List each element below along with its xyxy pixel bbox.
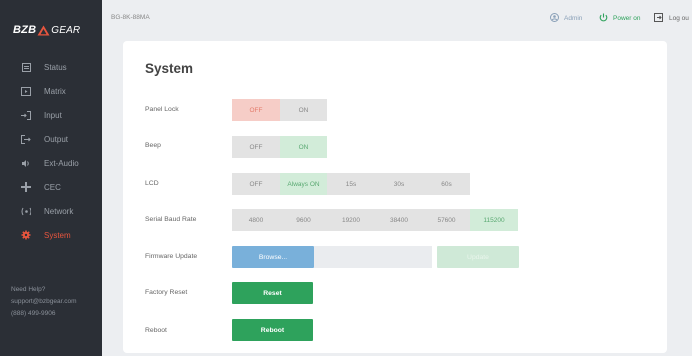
user-menu[interactable]: Admin xyxy=(550,13,582,24)
top-bar: BG-8K-88MA Admin Power on Log ou xyxy=(102,0,692,40)
sidebar-item-label: Matrix xyxy=(44,86,66,96)
sidebar-item-cec[interactable]: CEC xyxy=(0,177,102,197)
brand-logo: BZB GEAR xyxy=(13,24,80,36)
power-button[interactable]: Power on xyxy=(599,13,640,24)
beep-off-option[interactable]: OFF xyxy=(232,136,280,158)
baud-4800-option[interactable]: 4800 xyxy=(232,209,280,231)
network-icon xyxy=(21,206,31,216)
sidebar-item-ext-audio[interactable]: Ext-Audio xyxy=(0,153,102,173)
lcd-always-on-option[interactable]: Always ON xyxy=(280,173,327,195)
user-icon xyxy=(550,13,559,24)
power-label: Power on xyxy=(613,15,641,22)
beep-toggle: OFF ON xyxy=(232,136,327,158)
cec-icon xyxy=(21,182,31,192)
baud-38400-option[interactable]: 38400 xyxy=(375,209,423,231)
factory-reset-label: Factory Reset xyxy=(145,289,188,296)
logo-text-right: GEAR xyxy=(51,24,81,36)
firmware-file-field[interactable] xyxy=(314,246,432,268)
sidebar-item-label: CEC xyxy=(44,182,61,192)
logout-button[interactable]: Log ou xyxy=(654,13,689,24)
sidebar-item-label: Network xyxy=(44,206,74,216)
sidebar-item-status[interactable]: Status xyxy=(0,57,102,77)
beep-on-option[interactable]: ON xyxy=(280,136,327,158)
lcd-label: LCD xyxy=(145,180,159,187)
sidebar-item-label: Status xyxy=(44,62,67,72)
sidebar-item-input[interactable]: Input xyxy=(0,105,102,125)
power-icon xyxy=(599,13,608,24)
lcd-15s-option[interactable]: 15s xyxy=(327,173,375,195)
sidebar: BZB GEAR Status Matrix Input Output Ext-… xyxy=(0,0,102,356)
sidebar-item-label: Output xyxy=(44,134,69,144)
help-email[interactable]: support@bzbgear.com xyxy=(11,296,77,308)
baud-115200-option[interactable]: 115200 xyxy=(470,209,518,231)
logout-label: Log ou xyxy=(669,15,689,22)
matrix-icon xyxy=(21,86,31,96)
device-model: BG-8K-88MA xyxy=(111,14,150,21)
beep-label: Beep xyxy=(145,142,161,149)
status-icon xyxy=(21,62,31,72)
logo-mark-icon xyxy=(37,25,50,36)
baud-rate-label: Serial Baud Rate xyxy=(145,216,197,223)
sidebar-item-label: Ext-Audio xyxy=(44,158,79,168)
panel-lock-toggle: OFF ON xyxy=(232,99,327,121)
system-panel: System Panel Lock OFF ON Beep OFF ON LCD… xyxy=(123,41,667,353)
reset-button[interactable]: Reset xyxy=(232,282,313,304)
output-icon xyxy=(21,134,31,144)
logout-icon xyxy=(654,13,664,24)
input-icon xyxy=(21,110,31,120)
panel-lock-label: Panel Lock xyxy=(145,106,179,113)
speaker-icon xyxy=(21,158,31,168)
panel-lock-on-option[interactable]: ON xyxy=(280,99,327,121)
lcd-60s-option[interactable]: 60s xyxy=(423,173,470,195)
update-button[interactable]: Update xyxy=(437,246,519,268)
lcd-30s-option[interactable]: 30s xyxy=(375,173,423,195)
browse-button[interactable]: Browse... xyxy=(232,246,314,268)
reboot-button[interactable]: Reboot xyxy=(232,319,313,341)
page-title: System xyxy=(145,61,194,76)
user-label: Admin xyxy=(564,15,583,22)
help-title: Need Help? xyxy=(11,286,46,293)
baud-9600-option[interactable]: 9600 xyxy=(280,209,327,231)
baud-57600-option[interactable]: 57600 xyxy=(423,209,470,231)
help-phone: (888) 499-9906 xyxy=(11,310,56,317)
gear-icon xyxy=(21,230,31,240)
sidebar-item-label: Input xyxy=(44,110,62,120)
sidebar-item-output[interactable]: Output xyxy=(0,129,102,149)
sidebar-item-label: System xyxy=(44,230,71,240)
lcd-off-option[interactable]: OFF xyxy=(232,173,280,195)
firmware-label: Firmware Update xyxy=(145,253,198,260)
baud-rate-toggle: 4800 9600 19200 38400 57600 115200 xyxy=(232,209,518,231)
panel-lock-off-option[interactable]: OFF xyxy=(232,99,280,121)
lcd-toggle: OFF Always ON 15s 30s 60s xyxy=(232,173,470,195)
baud-19200-option[interactable]: 19200 xyxy=(327,209,375,231)
help-block: Need Help? support@bzbgear.com (888) 499… xyxy=(11,284,77,320)
sidebar-item-matrix[interactable]: Matrix xyxy=(0,81,102,101)
sidebar-item-system[interactable]: System xyxy=(0,225,102,245)
sidebar-item-network[interactable]: Network xyxy=(0,201,102,221)
reboot-label: Reboot xyxy=(145,327,167,334)
logo-text-left: BZB xyxy=(13,24,37,36)
